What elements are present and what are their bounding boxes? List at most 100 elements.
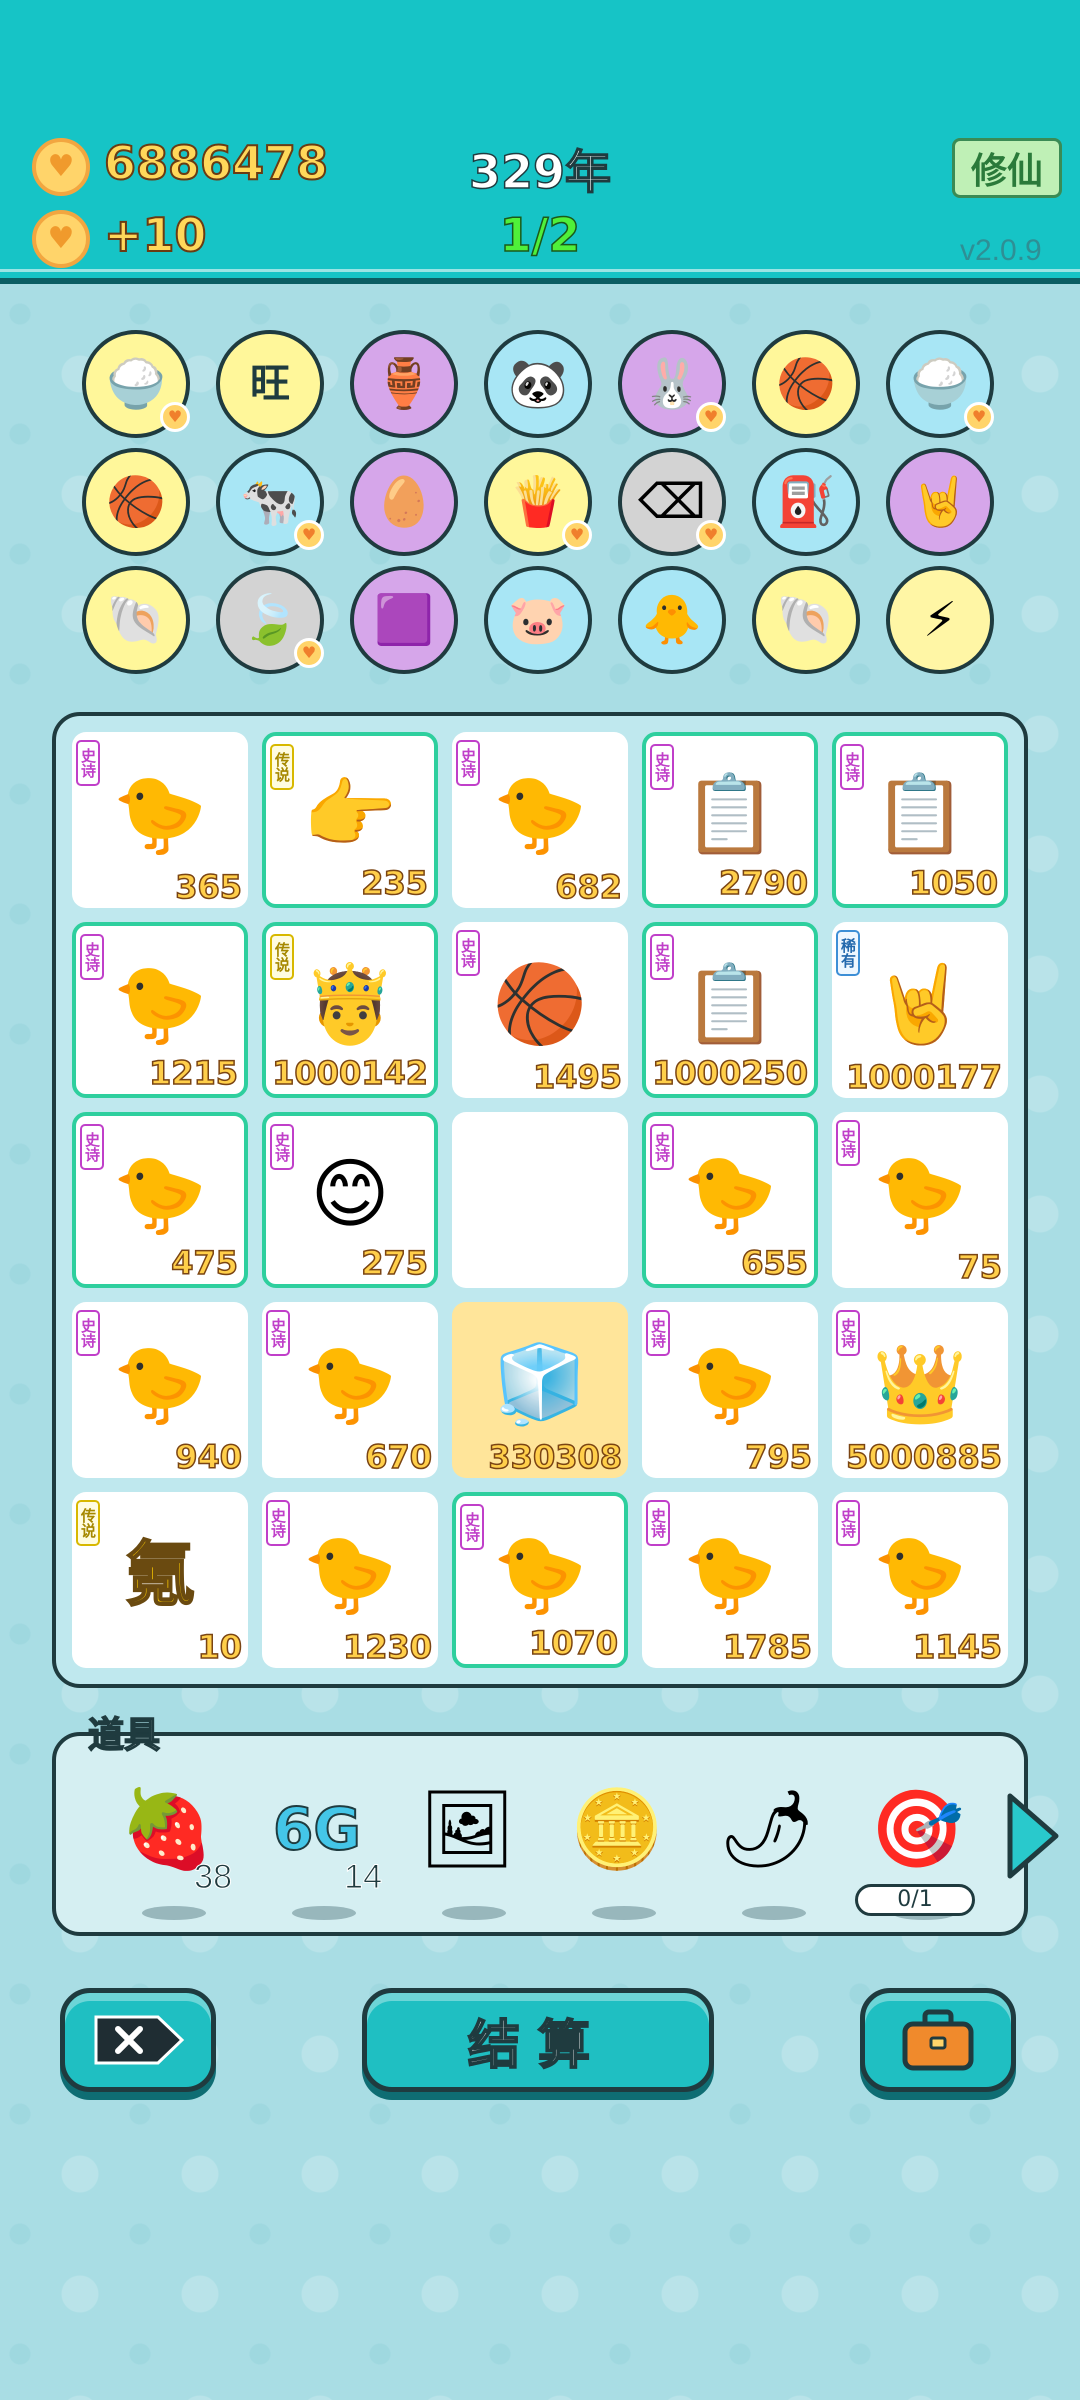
board-cell[interactable]: 史诗 🐤 1145 bbox=[832, 1492, 1008, 1668]
board-cell[interactable]: 史诗 🐤 1785 bbox=[642, 1492, 818, 1668]
board-cell[interactable]: 传说 🤴 1000142 bbox=[262, 922, 438, 1098]
board-cell[interactable]: 史诗 👑 5000885 bbox=[832, 1302, 1008, 1478]
rarity-tag: 史诗 bbox=[456, 740, 480, 786]
cell-value: 1070 bbox=[528, 1623, 619, 1663]
icon-ring-jar-icon[interactable]: 🏺 bbox=[350, 330, 458, 438]
settle-button[interactable]: 结算 bbox=[362, 1988, 714, 2092]
icon-ring-rock-hand-icon[interactable]: 🤘 bbox=[886, 448, 994, 556]
cell-value: 655 bbox=[740, 1243, 808, 1283]
briefcase-icon bbox=[902, 2009, 974, 2071]
rock-hand-icon: 🤘 bbox=[910, 474, 970, 530]
board-cell[interactable]: 史诗 🏀 1495 bbox=[452, 922, 628, 1098]
icon-ring-rice-bowl-icon[interactable]: 🍚 ♥ bbox=[886, 330, 994, 438]
item-shadow bbox=[142, 1906, 206, 1920]
board-cell[interactable]: 史诗 📋 1050 bbox=[832, 732, 1008, 908]
icon-ring-box-icon[interactable]: 🟪 bbox=[350, 566, 458, 674]
board-cell[interactable]: 史诗 🐤 475 bbox=[72, 1112, 248, 1288]
rarity-tag: 史诗 bbox=[270, 1124, 294, 1170]
item-slot[interactable]: 🍓 38 bbox=[112, 1774, 232, 1924]
creature-icon: 😊 bbox=[310, 1148, 390, 1238]
icon-ring-rabbit-icon[interactable]: 🐰 ♥ bbox=[618, 330, 726, 438]
icon-ring-panda-icon[interactable]: 🐼 bbox=[484, 330, 592, 438]
backpack-button[interactable] bbox=[860, 1988, 1016, 2092]
creature-icon: 🐤 bbox=[112, 958, 208, 1048]
chili-icon: 🌶 bbox=[718, 1784, 816, 1873]
item-slot[interactable]: 🪙 bbox=[562, 1774, 672, 1924]
delete-icon bbox=[94, 2015, 185, 2065]
icon-ring-leaf-icon[interactable]: 🍃 ♥ bbox=[216, 566, 324, 674]
heart-badge-icon: ♥ bbox=[160, 402, 190, 432]
board-cell[interactable]: 史诗 🐤 655 bbox=[642, 1112, 818, 1288]
creature-icon: 📋 bbox=[682, 958, 778, 1048]
icon-ring-delete-icon[interactable]: ⌫ ♥ bbox=[618, 448, 726, 556]
item-slot[interactable]: 🖼 bbox=[412, 1774, 522, 1924]
item-shadow bbox=[592, 1906, 656, 1920]
board-cell[interactable]: 史诗 🐤 670 bbox=[262, 1302, 438, 1478]
board-cell[interactable]: 传说 👉 235 bbox=[262, 732, 438, 908]
item-slot[interactable]: 6G 14 bbox=[262, 1774, 382, 1924]
icon-ring-shell-icon[interactable]: 🐚 bbox=[752, 566, 860, 674]
icon-ring-chick-icon[interactable]: 🐥 bbox=[618, 566, 726, 674]
icon-ring-fries-icon[interactable]: 🍟 ♥ bbox=[484, 448, 592, 556]
creature-icon: 📋 bbox=[872, 768, 968, 858]
icon-ring-lightning-icon[interactable]: ⚡ bbox=[886, 566, 994, 674]
icon-ring-cow-icon[interactable]: 🐄 ♥ bbox=[216, 448, 324, 556]
icon-ring-pump-icon[interactable]: ⛽ bbox=[752, 448, 860, 556]
board-cell[interactable]: 史诗 🐤 1230 bbox=[262, 1492, 438, 1668]
icon-ring-basketball-icon[interactable]: 🏀 bbox=[752, 330, 860, 438]
board-cell[interactable] bbox=[452, 1112, 628, 1288]
cell-value: 795 bbox=[744, 1437, 812, 1477]
board-cell[interactable]: 史诗 🐤 1215 bbox=[72, 922, 248, 1098]
rarity-tag: 史诗 bbox=[840, 744, 864, 790]
cultivate-button[interactable]: 修仙 bbox=[952, 138, 1062, 198]
creature-icon: 氪 bbox=[124, 1533, 196, 1616]
board-cell[interactable]: 史诗 🐤 682 bbox=[452, 732, 628, 908]
cell-value: 2790 bbox=[718, 863, 809, 903]
coin-rate-icon: ♥ bbox=[32, 210, 90, 268]
icon-ring-shell-icon[interactable]: 🐚 bbox=[82, 566, 190, 674]
item-slot[interactable]: 🌶 bbox=[712, 1774, 822, 1924]
item-count: 14 bbox=[344, 1858, 383, 1897]
rarity-tag: 史诗 bbox=[266, 1500, 290, 1546]
board-cell[interactable]: 史诗 🐤 795 bbox=[642, 1302, 818, 1478]
board-cell[interactable]: 🧊 330308 bbox=[452, 1302, 628, 1478]
creature-icon: 🐤 bbox=[682, 1528, 778, 1618]
delete-button[interactable] bbox=[60, 1988, 216, 2092]
board-cell[interactable]: 史诗 🐤 75 bbox=[832, 1112, 1008, 1288]
cell-value: 1000177 bbox=[845, 1057, 1002, 1097]
basketball-icon: 🏀 bbox=[776, 356, 836, 412]
cell-value: 275 bbox=[360, 1243, 428, 1283]
icon-ring-egg-icon[interactable]: 🥚 bbox=[350, 448, 458, 556]
cell-value: 365 bbox=[174, 867, 242, 907]
rarity-tag: 史诗 bbox=[80, 934, 104, 980]
piggy-bank-icon: 🐷 bbox=[508, 592, 568, 648]
rarity-tag: 传说 bbox=[270, 744, 294, 790]
rarity-tag: 史诗 bbox=[650, 744, 674, 790]
creature-icon: 🐤 bbox=[112, 1338, 208, 1428]
creature-icon: 🐤 bbox=[112, 768, 208, 858]
creature-icon: 🐤 bbox=[492, 768, 588, 858]
board-cell[interactable]: 史诗 🐤 940 bbox=[72, 1302, 248, 1478]
cell-value: 1785 bbox=[722, 1627, 813, 1667]
icon-ring-rice-bowl-icon[interactable]: 🍚 ♥ bbox=[82, 330, 190, 438]
coin-icon: 🪙 bbox=[569, 1784, 665, 1873]
board-cell[interactable]: 史诗 😊 275 bbox=[262, 1112, 438, 1288]
icon-ring-basketball-icon[interactable]: 🏀 bbox=[82, 448, 190, 556]
rarity-tag: 传说 bbox=[76, 1500, 100, 1546]
icon-ring-wang-character-icon[interactable]: 旺 bbox=[216, 330, 324, 438]
cell-value: 475 bbox=[170, 1243, 238, 1283]
rarity-tag: 史诗 bbox=[76, 1310, 100, 1356]
icon-ring-piggy-bank-icon[interactable]: 🐷 bbox=[484, 566, 592, 674]
chick-icon: 🐥 bbox=[642, 592, 702, 648]
board-cell[interactable]: 史诗 🐤 1070 bbox=[452, 1492, 628, 1668]
creature-icon: 🤴 bbox=[302, 958, 398, 1048]
board-cell[interactable]: 史诗 🐤 365 bbox=[72, 732, 248, 908]
board-cell[interactable]: 史诗 📋 2790 bbox=[642, 732, 818, 908]
heart-badge-icon: ♥ bbox=[294, 638, 324, 668]
next-arrow-icon[interactable] bbox=[1004, 1790, 1062, 1882]
board-cell[interactable]: 稀有 🤘 1000177 bbox=[832, 922, 1008, 1098]
board-cell[interactable]: 史诗 📋 1000250 bbox=[642, 922, 818, 1098]
items-label: 道具 bbox=[87, 1714, 161, 1757]
board-cell[interactable]: 传说氪 10 bbox=[72, 1492, 248, 1668]
target-ratio: 0/1 bbox=[855, 1884, 975, 1916]
